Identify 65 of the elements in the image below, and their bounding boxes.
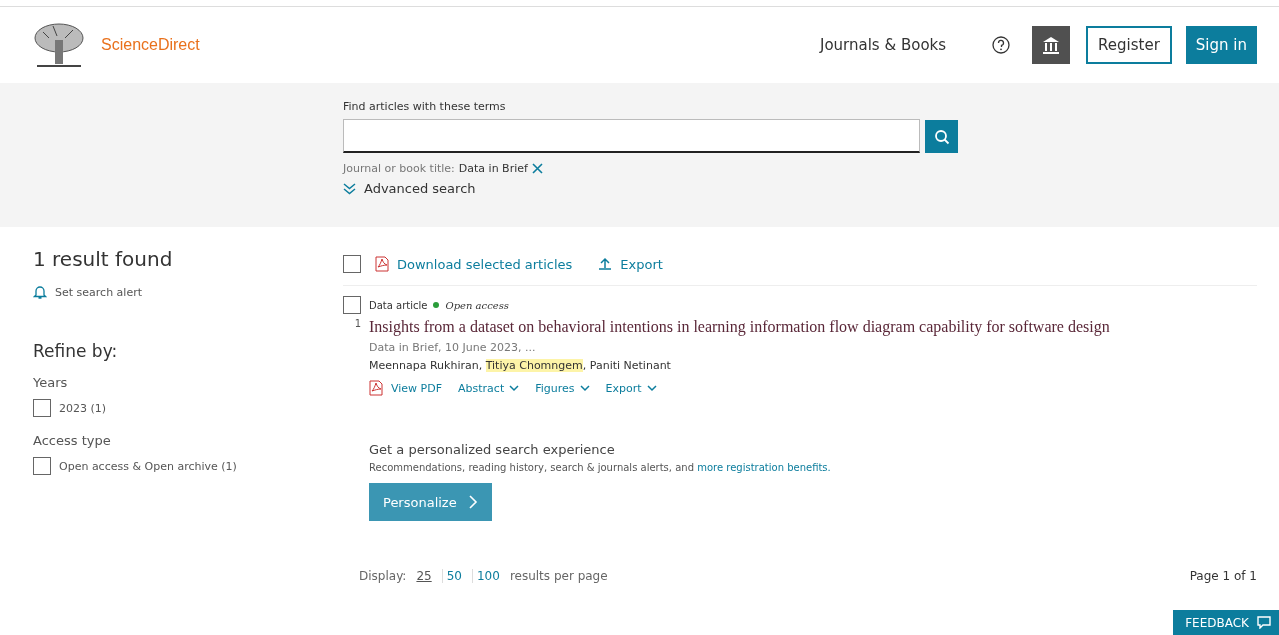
sign-in-button[interactable]: Sign in xyxy=(1185,26,1257,64)
page-size-link[interactable]: 50 xyxy=(441,569,466,583)
checkbox[interactable] xyxy=(343,296,361,314)
view-pdf-link[interactable]: View PDF xyxy=(391,381,443,395)
filter-label: Journal or book title: xyxy=(343,162,455,175)
separator: , xyxy=(478,359,483,372)
page-size-link[interactable]: 25 xyxy=(412,569,436,583)
export-link[interactable]: Export xyxy=(620,256,663,272)
filter-option: 2023 (1) xyxy=(59,401,107,415)
caret-icon xyxy=(646,384,657,392)
upload-icon xyxy=(598,257,613,271)
result-count: 1 result found xyxy=(33,247,174,271)
page-size-link[interactable]: 100 xyxy=(471,569,504,583)
author-name: Paniti Netinant xyxy=(589,359,671,372)
checkbox[interactable] xyxy=(343,255,361,273)
download-link[interactable]: Download selected articles xyxy=(397,256,573,272)
feedback-button[interactable]: FEEDBACK xyxy=(1173,610,1279,635)
advanced-search-toggle[interactable]: Advanced search xyxy=(343,181,476,196)
search-icon xyxy=(933,128,950,145)
caret-icon xyxy=(579,384,590,392)
nav-link[interactable]: Journals & Books xyxy=(820,36,947,54)
separator: , xyxy=(582,359,587,372)
article-type: Data article xyxy=(369,299,428,311)
personalize-button[interactable]: Personalize xyxy=(369,483,492,521)
register-button[interactable]: Register xyxy=(1086,26,1172,64)
refine-heading: Refine by: xyxy=(33,341,119,361)
help-icon[interactable] xyxy=(992,36,1011,54)
checkbox[interactable] xyxy=(33,399,51,417)
promo-text: Recommendations, reading history, search & journals alerts, and more registration benefits. xyxy=(369,462,832,473)
author-name: Titiya Chomngem xyxy=(485,359,583,372)
registration-link[interactable]: more registration benefits. xyxy=(697,462,831,473)
author-name: Meennapa Rukhiran xyxy=(369,359,479,372)
dropdown-toggle[interactable]: Export xyxy=(605,380,657,396)
search-button[interactable] xyxy=(925,120,958,153)
filter-group-title: Years xyxy=(33,375,69,390)
caret-icon xyxy=(509,384,520,392)
search-alert-link[interactable]: Set search alert xyxy=(55,285,142,299)
pdf-icon xyxy=(375,256,389,272)
checkbox[interactable] xyxy=(33,457,51,475)
filter-group-title: Access type xyxy=(33,433,112,448)
page-size-suffix: results per page xyxy=(509,569,608,583)
search-field[interactable] xyxy=(343,119,920,153)
filter-option: Open access & Open archive (1) xyxy=(59,459,237,473)
speech-bubble-icon xyxy=(1257,616,1271,629)
dropdown-toggle[interactable]: Abstract xyxy=(458,380,520,396)
double-chevron-icon xyxy=(343,182,356,195)
building-icon xyxy=(1041,35,1062,55)
result-number: 1 xyxy=(353,317,361,331)
close-icon[interactable] xyxy=(531,163,543,174)
tree-logo-icon xyxy=(33,22,85,68)
chevron-icon xyxy=(468,495,478,509)
article-title-link[interactable]: Insights from a dataset on behavioral intentions in learning information flow diagram capability for software design xyxy=(369,318,1257,336)
status-dot xyxy=(433,302,440,308)
page-indicator: Page 1 of 1 xyxy=(1189,569,1257,583)
pdf-icon xyxy=(369,380,383,396)
filter-value: Data in Brief xyxy=(458,162,528,175)
brand-name[interactable]: ScienceDirect xyxy=(101,36,200,54)
article-source: Data in Brief, 10 June 2023, ... xyxy=(369,341,537,354)
search-label: Find articles with these terms xyxy=(343,100,507,113)
display-label: Display: xyxy=(359,569,407,583)
dropdown-toggle[interactable]: Figures xyxy=(535,380,590,396)
bell-icon[interactable] xyxy=(33,285,47,299)
institution-button[interactable] xyxy=(1032,26,1071,64)
promo-title: Get a personalized search experience xyxy=(369,442,616,457)
access-label: Open access xyxy=(445,299,509,311)
